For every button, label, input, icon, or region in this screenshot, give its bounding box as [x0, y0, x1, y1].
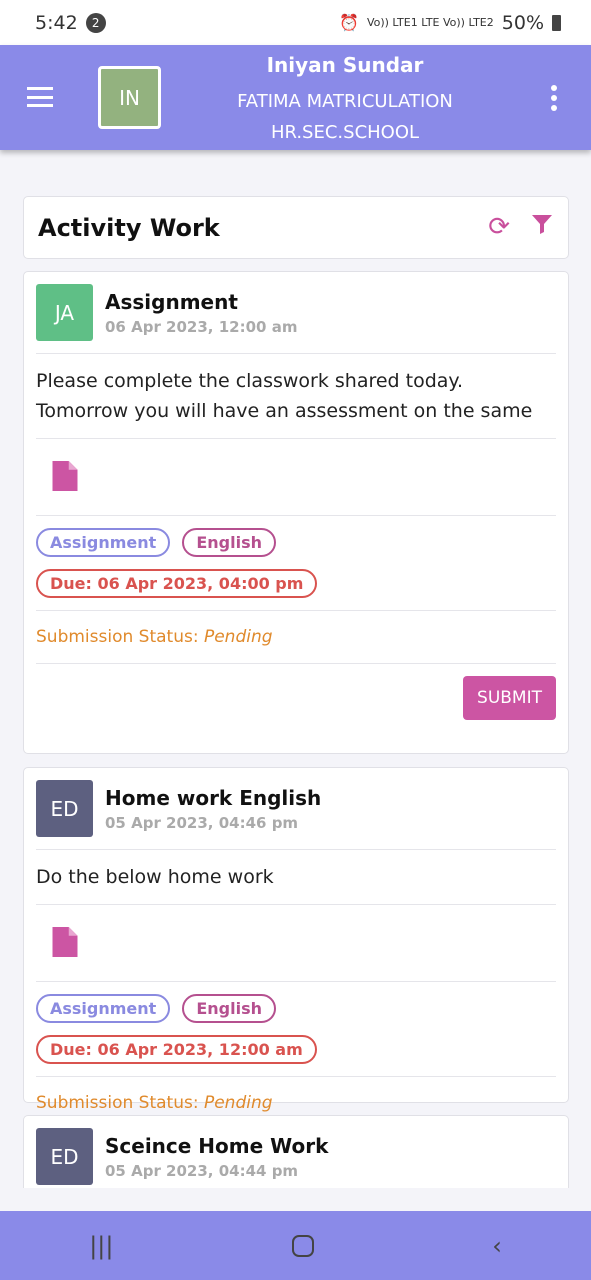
attachment-file-icon[interactable] — [36, 439, 556, 515]
due-date-tag: Due: 06 Apr 2023, 12:00 am — [36, 1035, 317, 1064]
post-avatar: ED — [36, 1128, 93, 1185]
battery-level: 50% — [501, 11, 544, 34]
app-header: IN Iniyan Sundar FATIMA MATRICULATION HR… — [0, 45, 591, 150]
status-bar: 5:42 2 ⏰ Vo)) LTE1 LTE Vo)) LTE2 50% — [0, 0, 591, 45]
attachment-file-icon[interactable] — [36, 905, 556, 981]
home-icon[interactable] — [291, 1234, 314, 1257]
post-card: ED Home work English 05 Apr 2023, 04:46 p… — [23, 767, 569, 1113]
type-tag: Assignment — [36, 528, 171, 557]
post-title: Sceince Home Work — [105, 1133, 329, 1158]
status-label: Submission Status: — [36, 627, 199, 647]
post-title: Assignment — [105, 289, 238, 314]
post-date: 05 Apr 2023, 04:46 pm — [105, 813, 299, 832]
refresh-icon[interactable]: ⟳ — [488, 212, 510, 243]
back-icon[interactable]: ‹ — [492, 1232, 502, 1260]
clock: 5:42 — [35, 11, 78, 34]
post-body: Do the below home work — [36, 866, 274, 888]
hamburger-menu-icon[interactable] — [27, 87, 53, 107]
system-nav-bar: ||| ‹ — [0, 1211, 591, 1280]
alarm-icon: ⏰ — [339, 13, 359, 32]
page-title-card: Activity Work ⟳ — [23, 196, 569, 259]
post-avatar: JA — [36, 284, 93, 341]
post-card: JA Assignment 06 Apr 2023, 12:00 am Pleas… — [23, 271, 569, 754]
network-indicator: Vo)) LTE1 LTE Vo)) LTE2 — [366, 16, 494, 29]
post-date: 06 Apr 2023, 12:00 am — [105, 317, 298, 336]
post-body: Please complete the classwork shared tod… — [36, 370, 533, 422]
subject-tag: English — [182, 994, 276, 1023]
status-value: Pending — [203, 627, 273, 647]
post-date: 05 Apr 2023, 04:44 pm — [105, 1161, 299, 1180]
school-name-line2: HR.SEC.SCHOOL — [270, 122, 420, 143]
type-tag: Assignment — [36, 994, 171, 1023]
post-title: Home work English — [105, 785, 322, 810]
status-label: Submission Status: — [36, 1093, 199, 1113]
filter-icon[interactable] — [530, 212, 554, 243]
notification-count: 2 — [85, 12, 106, 33]
status-value: Pending — [203, 1093, 273, 1113]
battery-icon — [552, 14, 561, 31]
post-avatar: ED — [36, 780, 93, 837]
submit-button[interactable]: SUBMIT — [463, 676, 556, 720]
avatar[interactable]: IN — [98, 66, 161, 129]
more-options-icon[interactable] — [551, 85, 557, 111]
subject-tag: English — [182, 528, 276, 557]
school-name-line1: FATIMA MATRICULATION — [237, 91, 453, 112]
submission-status: Submission Status: Pending — [36, 611, 556, 663]
recent-apps-icon[interactable]: ||| — [89, 1232, 113, 1260]
page-title: Activity Work — [38, 213, 220, 242]
due-date-tag: Due: 06 Apr 2023, 04:00 pm — [36, 569, 318, 598]
user-name: Iniyan Sundar — [266, 53, 424, 77]
